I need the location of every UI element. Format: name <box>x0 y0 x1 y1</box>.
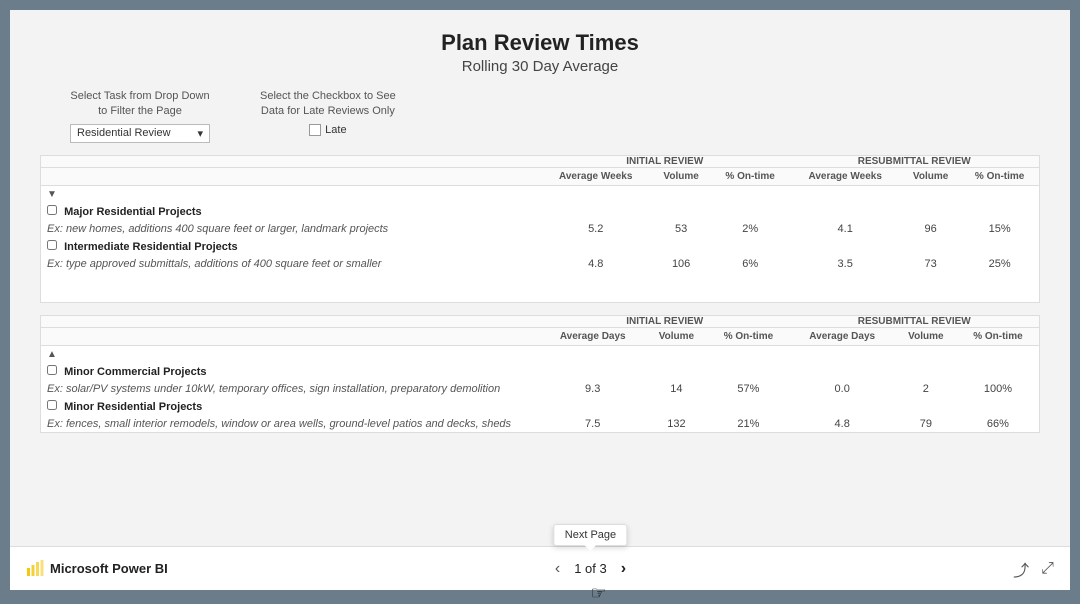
task-dropdown[interactable]: Residential Review ▾ <box>70 124 210 143</box>
table2-minor-residential-checkbox[interactable] <box>47 400 57 410</box>
table1-row-intermediate: Ex: type approved submittals, additions … <box>41 256 1039 272</box>
table1-col-ontime-resub: % On-time <box>960 167 1039 185</box>
powerbi-logo <box>26 560 44 578</box>
table2-col-avg-days-initial: Average Days <box>540 327 645 345</box>
table1-col-volume-initial: Volume <box>651 167 710 185</box>
table2-initial-header: INITIAL REVIEW <box>540 316 789 328</box>
table1-initial-header: INITIAL REVIEW <box>540 156 789 168</box>
prev-page-button[interactable]: ‹ <box>549 558 566 580</box>
table2-minor-commercial-checkbox[interactable] <box>47 365 57 375</box>
table1-container: INITIAL REVIEW RESUBMITTAL REVIEW Averag… <box>40 155 1040 303</box>
late-checkbox[interactable] <box>309 124 321 136</box>
next-page-button[interactable]: › <box>615 558 632 580</box>
task-filter-label: Select Task from Drop Down to Filter the… <box>70 89 209 120</box>
table1-col-avg-weeks-initial: Average Weeks <box>540 167 651 185</box>
table2-category-minor-commercial: Minor Commercial Projects <box>41 362 1039 381</box>
expand-button[interactable]: ⤢ <box>1041 560 1054 578</box>
table1-col-ontime-initial: % On-time <box>711 167 790 185</box>
collapse-icon-1[interactable]: ▼ <box>47 189 57 200</box>
table1-major-checkbox[interactable] <box>47 205 57 215</box>
collapse-icon-2[interactable]: ▲ <box>47 349 57 360</box>
table1-intermediate-checkbox[interactable] <box>47 240 57 250</box>
next-page-tooltip: Next Page <box>554 524 627 546</box>
table1-row-major: Ex: new homes, additions 400 square feet… <box>41 221 1039 237</box>
table1-col-avg-weeks-resub: Average Weeks <box>789 167 900 185</box>
table2-row-minor-residential: Ex: fences, small interior remodels, win… <box>41 416 1039 432</box>
page-title: Plan Review Times <box>40 30 1040 56</box>
table1-resubmittal-header: RESUBMITTAL REVIEW <box>789 156 1039 168</box>
page-indicator: 1 of 3 <box>574 561 607 576</box>
app-name-label: Microsoft Power BI <box>50 561 168 576</box>
late-checkbox-label: Late <box>325 124 346 136</box>
table2-category-minor-residential: Minor Residential Projects <box>41 397 1039 416</box>
table2-col-ontime-initial: % On-time <box>707 327 789 345</box>
pagination-controls: Next Page ‹ 1 of 3 › ☞ <box>549 558 632 580</box>
table2-col-avg-days-resub: Average Days <box>789 327 894 345</box>
page-subtitle: Rolling 30 Day Average <box>40 58 1040 75</box>
table2-col-ontime-resub: % On-time <box>957 327 1039 345</box>
table2-container: INITIAL REVIEW RESUBMITTAL REVIEW Averag… <box>40 315 1040 433</box>
table1-col-volume-resub: Volume <box>901 167 960 185</box>
table1-category-major: Major Residential Projects <box>41 202 1039 221</box>
table2-col-volume-initial: Volume <box>645 327 707 345</box>
table1-category-intermediate: Intermediate Residential Projects <box>41 237 1039 256</box>
cursor-indicator: ☞ <box>590 583 606 604</box>
bottom-bar: Microsoft Power BI Next Page ‹ 1 of 3 › … <box>10 546 1070 590</box>
table2-resubmittal-header: RESUBMITTAL REVIEW <box>789 316 1039 328</box>
table2-row-minor-commercial: Ex: solar/PV systems under 10kW, tempora… <box>41 381 1039 397</box>
table2-col-volume-resub: Volume <box>895 327 957 345</box>
share-button[interactable]: ⤴ <box>1013 557 1029 581</box>
late-filter-label: Select the Checkbox to See Data for Late… <box>260 89 396 120</box>
